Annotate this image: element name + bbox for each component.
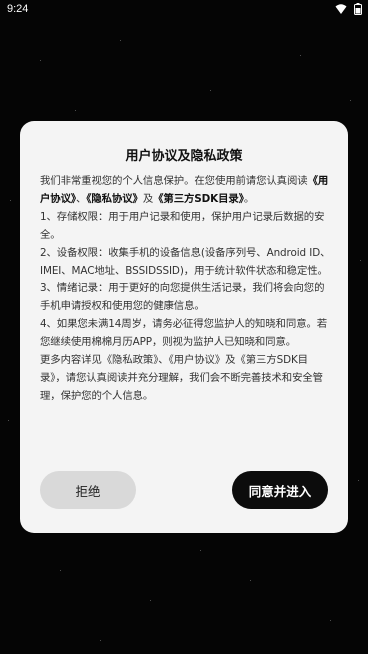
wifi-icon — [335, 4, 347, 14]
dialog-title: 用户协议及隐私政策 — [125, 149, 243, 164]
minor-notice-item: 4、如果您未满14周岁，请务必征得您监护人的知晓和同意。若您继续使用棉棉月历AP… — [40, 318, 328, 349]
outro-paragraph: 更多内容详见《隐私政策》、《用户协议》及《第三方SDK目录》，请您认真阅读并充分… — [40, 354, 323, 402]
sdk-list-link[interactable]: 《第三方SDK目录》 — [153, 193, 244, 205]
intro-and: 及 — [142, 192, 154, 205]
status-time: 9:24 — [7, 3, 29, 15]
battery-icon — [354, 3, 362, 15]
intro-paragraph: 我们非常重视您的个人信息保护。在您使用前请您认真阅读《用户协议》、《隐私协议》及… — [40, 173, 332, 209]
mood-record-item: 3、情绪记录：用于更好的向您提供生活记录，我们将会向您的手机申请授权和使用您的健… — [40, 282, 325, 313]
reject-button[interactable]: 拒绝 — [40, 471, 136, 509]
storage-permission-item: 1、存储权限：用于用户记录和使用，保护用户记录后数据的安全。 — [40, 210, 325, 241]
privacy-dialog: 用户协议及隐私政策 我们非常重视您的个人信息保护。在您使用前请您认真阅读《用户协… — [20, 121, 348, 533]
intro-separator: 、 — [75, 192, 87, 205]
dialog-body: 我们非常重视您的个人信息保护。在您使用前请您认真阅读《用户协议》、《隐私协议》及… — [40, 173, 332, 406]
status-bar: 9:24 — [0, 0, 368, 22]
device-permission-item: 2、设备权限：收集手机的设备信息(设备序列号、Android ID、IMEI、M… — [40, 246, 331, 277]
privacy-agreement-link[interactable]: 《隐私协议》 — [86, 193, 143, 205]
intro-end: 。 — [243, 192, 255, 205]
status-icons — [335, 3, 362, 15]
agree-and-enter-button[interactable]: 同意并进入 — [232, 471, 328, 509]
intro-text: 我们非常重视您的个人信息保护。在您使用前请您认真阅读 — [40, 175, 308, 187]
